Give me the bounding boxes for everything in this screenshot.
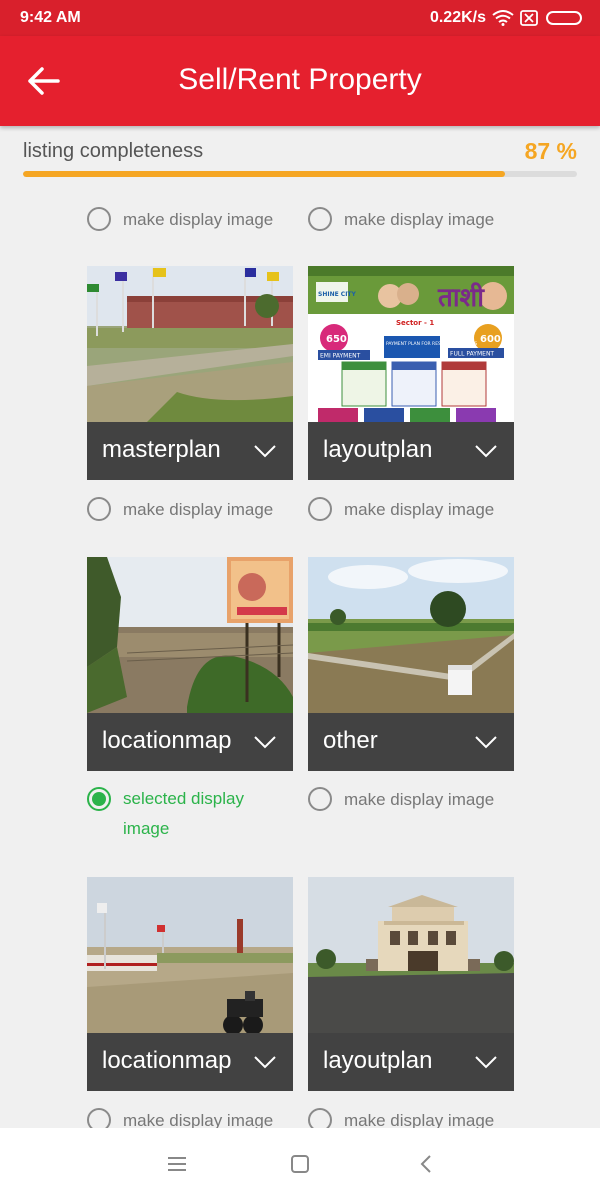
make-display-image-option[interactable]: make display image [308, 787, 495, 818]
category-dropdown[interactable]: other [308, 713, 514, 771]
display-image-selected-option[interactable]: selected display image [87, 787, 267, 838]
app-bar: Sell/Rent Property [0, 36, 600, 126]
brochure-full-label: FULL PAYMENT [450, 351, 494, 358]
wifi-icon [492, 10, 514, 26]
progress-label: listing completeness [23, 140, 204, 162]
image-card: layoutplan [308, 877, 514, 1091]
property-photo[interactable]: ताशी SHINE CITY Sector - 1 650 600 EMI P… [308, 266, 514, 422]
page-title: Sell/Rent Property [178, 63, 422, 96]
listing-completeness: listing completeness 87 % [0, 126, 600, 184]
brochure-sector: Sector - 1 [396, 319, 434, 327]
category-label: layoutplan [323, 1047, 433, 1074]
brochure-badge-left: 650 [326, 334, 347, 345]
radio-label: make display image [123, 500, 274, 519]
system-nav-bar [0, 1128, 600, 1200]
category-label: layoutplan [323, 436, 433, 463]
progress-fill [23, 171, 505, 177]
battery-icon [546, 11, 582, 25]
property-photo[interactable] [87, 877, 293, 1033]
brochure-emi-label: EMI PAYMENT [320, 353, 361, 360]
radio-button[interactable] [308, 497, 332, 521]
image-card: ताशी SHINE CITY Sector - 1 650 600 EMI P… [308, 266, 514, 480]
radio-button-selected[interactable] [87, 787, 111, 811]
category-label: other [323, 727, 378, 754]
radio-label: selected display image [123, 789, 244, 838]
brochure-logo-text: SHINE CITY [318, 291, 357, 298]
chevron-down-icon [475, 445, 497, 458]
brochure-center-label: PAYMENT PLAN FOR RESIDENTIAL PLOTS [386, 341, 477, 347]
property-photo[interactable] [308, 877, 514, 1033]
property-photo[interactable] [308, 557, 514, 713]
brochure-hindi-title: ताशी [437, 282, 485, 313]
no-sim-icon [520, 10, 538, 26]
status-bar: 9:42 AM 0.22K/s [0, 0, 600, 36]
chevron-left-icon [420, 1155, 431, 1173]
brochure-badge-right: 600 [480, 334, 501, 345]
property-photo[interactable] [87, 557, 293, 713]
status-time: 9:42 AM [20, 9, 81, 26]
category-dropdown[interactable]: layoutplan [308, 422, 514, 480]
radio-button[interactable] [87, 497, 111, 521]
chevron-down-icon [254, 1056, 276, 1069]
back-nav-button[interactable] [412, 1150, 440, 1178]
menu-nav-button[interactable] [163, 1150, 191, 1178]
image-card: locationmap [87, 877, 293, 1091]
category-dropdown[interactable]: masterplan [87, 422, 293, 480]
radio-label: make display image [123, 210, 274, 229]
progress-track [23, 171, 577, 177]
make-display-image-option[interactable]: make display image [87, 207, 274, 238]
menu-icon [168, 1157, 186, 1171]
image-card: locationmap [87, 557, 293, 771]
chevron-down-icon [475, 736, 497, 749]
make-display-image-option[interactable]: make display image [308, 497, 495, 528]
chevron-down-icon [254, 736, 276, 749]
home-nav-button[interactable] [286, 1150, 314, 1178]
home-square-icon [291, 1155, 309, 1173]
radio-button[interactable] [308, 787, 332, 811]
make-display-image-option[interactable]: make display image [87, 497, 274, 528]
radio-label: make display image [344, 500, 495, 519]
image-card: masterplan [87, 266, 293, 480]
category-dropdown[interactable]: layoutplan [308, 1033, 514, 1091]
network-speed: 0.22K/s [429, 9, 486, 26]
image-card: other [308, 557, 514, 771]
category-dropdown[interactable]: locationmap [87, 1033, 293, 1091]
category-label: locationmap [102, 727, 232, 754]
progress-percent: 87 % [524, 138, 577, 164]
chevron-down-icon [254, 445, 276, 458]
category-label: masterplan [102, 436, 221, 463]
chevron-down-icon [475, 1056, 497, 1069]
category-label: locationmap [102, 1047, 232, 1074]
make-display-image-option[interactable]: make display image [308, 207, 495, 238]
radio-button[interactable] [308, 207, 332, 231]
property-photo[interactable] [87, 266, 293, 422]
radio-label: make display image [344, 210, 495, 229]
radio-label: make display image [344, 790, 495, 809]
category-dropdown[interactable]: locationmap [87, 713, 293, 771]
radio-button[interactable] [87, 207, 111, 231]
